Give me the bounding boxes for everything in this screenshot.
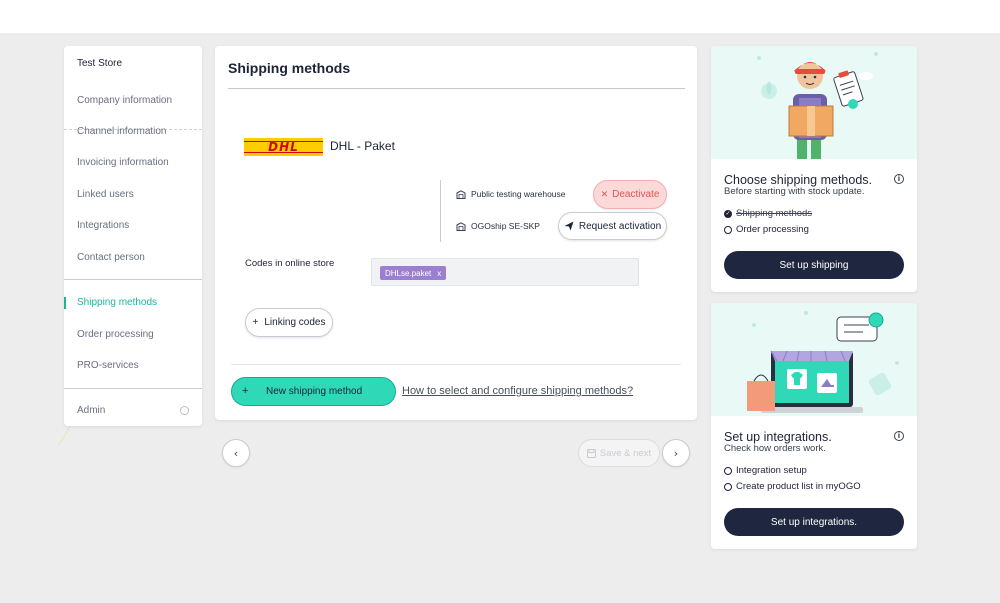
sidebar-item-company-information[interactable]: Company information: [77, 95, 172, 106]
request-activation-label: Request activation: [578, 220, 662, 232]
top-bar: [0, 0, 1000, 33]
save-next-button[interactable]: Save & next: [578, 439, 660, 467]
step-create-product-list: Create product list in myOGO: [724, 481, 861, 492]
shipping-methods-panel: Shipping methods DHL DHL - Paket Public …: [215, 46, 697, 420]
integrations-setup-card: Set up integrations. i Check how orders …: [711, 303, 917, 549]
sidebar-item-contact-person[interactable]: Contact person: [77, 252, 145, 263]
title-divider: [228, 88, 685, 89]
save-next-label: Save & next: [599, 447, 652, 459]
page-title: Shipping methods: [228, 60, 351, 76]
deactivate-button[interactable]: ✕ Deactivate: [593, 180, 667, 209]
sidebar-item-order-processing[interactable]: Order processing: [77, 329, 154, 340]
active-indicator: [64, 297, 66, 309]
code-chip-label: DHLse.paket: [385, 268, 432, 278]
warehouse-icon: [456, 222, 466, 231]
sidebar-item-integrations[interactable]: Integrations: [77, 220, 129, 231]
warehouse-divider: [440, 180, 441, 242]
settings-sidebar: Test Store Company information Channel i…: [64, 46, 202, 426]
set-up-integrations-button[interactable]: Set up integrations.: [724, 508, 904, 536]
step-label: Create product list in myOGO: [736, 481, 861, 492]
dhl-logo: DHL: [244, 138, 323, 156]
card-subtitle: Before starting with stock update.: [724, 186, 865, 197]
empty-circle-icon: [724, 225, 732, 234]
courier-illustration: [757, 52, 878, 159]
warehouse-name: OGOship SE-SKP: [471, 221, 540, 231]
info-icon[interactable]: i: [894, 174, 904, 184]
previous-button[interactable]: ‹: [222, 439, 250, 467]
step-label: Integration setup: [736, 465, 807, 476]
shop-laptop-illustration: [747, 311, 899, 413]
shipping-setup-card: Choose shipping methods. i Before starti…: [711, 46, 917, 292]
plus-icon: +: [242, 385, 249, 397]
linking-codes-label: Linking codes: [264, 317, 326, 328]
warehouse-icon: [456, 190, 466, 199]
step-label: Order processing: [736, 224, 809, 235]
sidebar-item-pro-services[interactable]: PRO-services: [77, 360, 139, 371]
sidebar-item-invoicing-information[interactable]: Invoicing information: [77, 157, 169, 168]
admin-toggle-icon[interactable]: [180, 406, 189, 415]
card-title: Choose shipping methods.: [724, 173, 873, 187]
empty-circle-icon: [724, 466, 732, 475]
store-name: Test Store: [77, 58, 123, 69]
info-icon[interactable]: i: [894, 431, 904, 441]
chip-remove-icon[interactable]: x: [437, 269, 441, 278]
empty-circle-icon: [724, 482, 732, 491]
step-shipping-methods: ✓ Shipping methods: [724, 208, 812, 219]
footer-divider: [231, 364, 681, 365]
code-chip[interactable]: DHLse.paket x: [380, 266, 447, 280]
integration-illustration: [711, 303, 917, 416]
sidebar-item-channel-information[interactable]: Channel information: [77, 126, 167, 137]
sidebar-divider: [64, 279, 202, 280]
check-circle-icon: ✓: [724, 209, 732, 218]
help-link[interactable]: How to select and configure shipping met…: [402, 385, 633, 397]
warehouse-name: Public testing warehouse: [471, 189, 566, 199]
delivery-person-illustration: [711, 46, 917, 159]
plus-icon: +: [252, 317, 259, 328]
carrier-name: DHL - Paket: [330, 139, 395, 153]
card-title: Set up integrations.: [724, 430, 832, 444]
linking-codes-button[interactable]: + Linking codes: [245, 308, 333, 337]
chevron-left-icon: ‹: [233, 446, 239, 460]
request-activation-button[interactable]: Request activation: [558, 212, 667, 240]
chevron-right-icon: ›: [673, 446, 679, 460]
sidebar-divider: [64, 388, 202, 389]
card-subtitle: Check how orders work.: [724, 443, 826, 454]
codes-label: Codes in online store: [245, 258, 335, 269]
sidebar-item-shipping-methods[interactable]: Shipping methods: [77, 297, 157, 308]
logo-text: DHL: [268, 140, 299, 154]
step-integration-setup: Integration setup: [724, 465, 807, 476]
step-label: Shipping methods: [736, 208, 813, 219]
floppy-icon: [586, 448, 596, 458]
deactivate-label: Deactivate: [612, 189, 660, 200]
sidebar-item-admin[interactable]: Admin: [77, 405, 105, 416]
new-shipping-method-button[interactable]: + New shipping method: [231, 377, 396, 406]
sidebar-item-linked-users[interactable]: Linked users: [77, 189, 134, 200]
set-up-shipping-button[interactable]: Set up shipping: [724, 251, 904, 279]
next-button[interactable]: ›: [662, 439, 690, 467]
new-shipping-method-label: New shipping method: [266, 386, 363, 397]
step-order-processing: Order processing: [724, 224, 809, 235]
send-icon: [564, 221, 574, 231]
codes-input[interactable]: DHLse.paket x: [371, 258, 639, 286]
x-icon: ✕: [600, 189, 609, 200]
